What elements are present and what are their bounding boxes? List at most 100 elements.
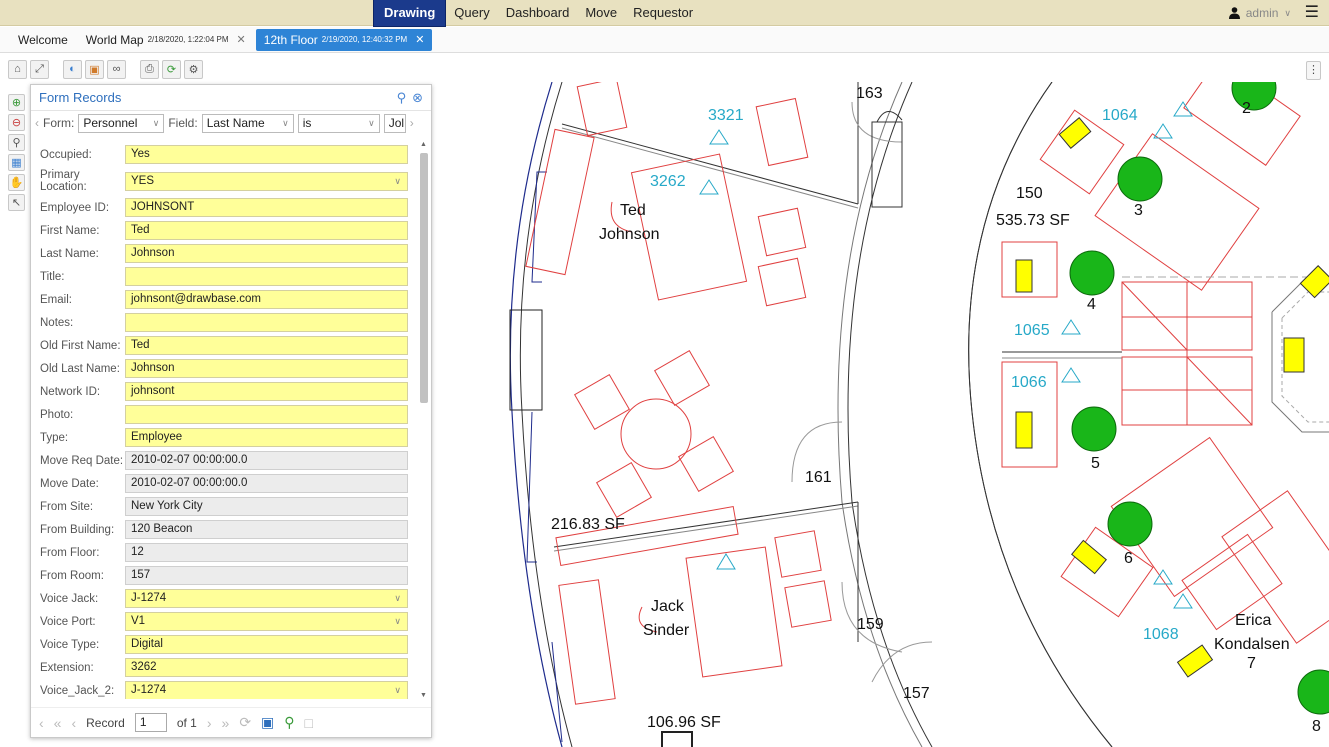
field-value[interactable]: Employee bbox=[125, 428, 408, 447]
panel-header: Form Records ⚲ ⊗ bbox=[31, 85, 431, 111]
scroll-down-icon[interactable]: ▼ bbox=[420, 692, 427, 699]
field-value[interactable] bbox=[125, 405, 408, 424]
layers-icon[interactable]: ◐ bbox=[63, 59, 82, 79]
close-icon[interactable]: ✕ bbox=[237, 33, 246, 46]
floor-plan-canvas[interactable]: 163 3321 3262 Ted Johnson 161 216.83 SF … bbox=[432, 82, 1329, 747]
main-menu: Drawing Query Dashboard Move Requestor bbox=[373, 0, 701, 27]
field-value[interactable]: johnsont@drawbase.com bbox=[125, 290, 408, 309]
form-field-row: Last Name: Johnson bbox=[31, 242, 419, 265]
image-icon[interactable]: ▣ bbox=[85, 59, 104, 79]
form-field-row: From Building: 120 Beacon bbox=[31, 518, 419, 541]
chevron-down-icon[interactable]: ∨ bbox=[394, 682, 401, 699]
close-circle-icon[interactable]: ⊗ bbox=[412, 90, 423, 106]
field-value[interactable]: Yes bbox=[125, 145, 408, 164]
field-value-text: johnsont bbox=[131, 385, 175, 397]
field-value[interactable]: J-1274 ∨ bbox=[125, 681, 408, 699]
menu-move[interactable]: Move bbox=[577, 0, 625, 26]
home-icon[interactable]: ⌂ bbox=[8, 59, 27, 79]
locate-pin-icon[interactable]: ⚲ bbox=[397, 90, 407, 106]
tab-12th-floor[interactable]: 12th Floor 2/19/2020, 12:40:32 PM ✕ bbox=[255, 28, 433, 51]
print-icon[interactable]: ⎙ bbox=[140, 59, 159, 79]
hamburger-icon[interactable]: ☰ bbox=[1305, 5, 1319, 21]
field-value[interactable]: Ted bbox=[125, 221, 408, 240]
first-record-icon[interactable]: ‹ bbox=[39, 715, 44, 731]
form-field-row: Notes: bbox=[31, 311, 419, 334]
field-value[interactable] bbox=[125, 267, 408, 286]
pan-hand-icon[interactable]: ✋ bbox=[8, 174, 25, 191]
field-value[interactable]: JOHNSONT bbox=[125, 198, 408, 217]
refresh-icon[interactable]: ⟳ bbox=[239, 714, 251, 731]
field-value[interactable]: YES ∨ bbox=[125, 171, 408, 191]
scroll-up-icon[interactable]: ▲ bbox=[420, 141, 427, 148]
zoom-extents-icon[interactable]: ⤢ bbox=[30, 59, 49, 79]
field-label: Notes: bbox=[40, 316, 74, 329]
link-icon[interactable]: ∞ bbox=[107, 59, 126, 79]
form-field-row: Old Last Name: Johnson bbox=[31, 357, 419, 380]
menu-drawing[interactable]: Drawing bbox=[373, 0, 447, 27]
scrollbar-thumb[interactable] bbox=[420, 153, 428, 403]
floor-plan-drawing bbox=[509, 82, 1329, 747]
chevron-down-icon[interactable]: ∨ bbox=[394, 173, 401, 190]
field-value[interactable]: Ted bbox=[125, 336, 408, 355]
record-number-input[interactable]: 1 bbox=[134, 713, 167, 732]
field-value[interactable]: 3262 bbox=[125, 658, 408, 677]
room-id-label: 3321 bbox=[708, 107, 744, 124]
seat-number-label: 7 bbox=[1247, 655, 1256, 672]
zoom-previous-icon[interactable]: ▦ bbox=[8, 154, 25, 171]
form-field-row: Voice Type: Digital bbox=[31, 633, 419, 656]
tab-welcome[interactable]: Welcome bbox=[10, 29, 76, 51]
zoom-to-record-icon[interactable]: ⚲ bbox=[284, 714, 294, 731]
menu-dashboard[interactable]: Dashboard bbox=[498, 0, 578, 26]
close-icon[interactable]: ✕ bbox=[415, 33, 424, 46]
form-label: Form: bbox=[43, 116, 75, 130]
field-select[interactable]: Last Name ∨ bbox=[201, 113, 294, 133]
zoom-window-icon[interactable]: ⚲ bbox=[8, 134, 25, 151]
field-value[interactable]: johnsont bbox=[125, 382, 408, 401]
more-options-icon[interactable]: ⋮ bbox=[1306, 61, 1321, 80]
field-value[interactable] bbox=[125, 313, 408, 332]
field-value[interactable]: Digital bbox=[125, 635, 408, 654]
field-label: From Site: bbox=[40, 500, 94, 513]
search-value-input[interactable]: Jol bbox=[383, 113, 406, 133]
search-value: Jol bbox=[388, 116, 405, 130]
select-pointer-icon[interactable]: ↖ bbox=[8, 194, 25, 211]
tab-world-map[interactable]: World Map 2/18/2020, 1:22:04 PM ✕ bbox=[78, 29, 254, 51]
field-value-text: Johnson bbox=[131, 362, 175, 374]
seat-number-label: 8 bbox=[1312, 718, 1321, 735]
form-field-row: Voice Jack: J-1274 ∨ bbox=[31, 587, 419, 610]
first-page-icon[interactable]: « bbox=[54, 715, 62, 731]
last-page-icon[interactable]: » bbox=[222, 715, 230, 731]
field-label: Voice Jack: bbox=[40, 592, 99, 605]
tab-label: 12th Floor bbox=[263, 32, 318, 47]
operator-select[interactable]: is ∨ bbox=[297, 113, 380, 133]
next-record-icon[interactable]: › bbox=[207, 715, 212, 731]
field-value-text: 157 bbox=[131, 569, 151, 581]
menu-requestor[interactable]: Requestor bbox=[625, 0, 701, 26]
field-value[interactable]: J-1274 ∨ bbox=[125, 589, 408, 608]
zoom-in-icon[interactable]: ⊕ bbox=[8, 94, 25, 111]
refresh-icon[interactable]: ⟳ bbox=[162, 59, 181, 79]
field-value[interactable]: V1 ∨ bbox=[125, 612, 408, 631]
field-label: Old First Name: bbox=[40, 339, 121, 352]
chevron-down-icon[interactable]: ∨ bbox=[394, 590, 401, 607]
settings-icon[interactable]: ⚙ bbox=[184, 59, 203, 79]
previous-record-icon[interactable]: ‹ bbox=[71, 715, 76, 731]
zoom-out-icon[interactable]: ⊖ bbox=[8, 114, 25, 131]
field-label: Primary Location: bbox=[40, 169, 87, 193]
chevron-down-icon[interactable]: ∨ bbox=[394, 613, 401, 630]
panel-scrollbar[interactable]: ▲ ▼ bbox=[420, 141, 428, 699]
field-value[interactable]: Johnson bbox=[125, 244, 408, 263]
form-select[interactable]: Personnel ∨ bbox=[78, 113, 165, 133]
field-value-text: V1 bbox=[131, 615, 146, 627]
menu-query[interactable]: Query bbox=[446, 0, 497, 26]
field-value[interactable]: Johnson bbox=[125, 359, 408, 378]
save-icon[interactable]: ▣ bbox=[261, 714, 274, 731]
select-box-icon[interactable]: □ bbox=[305, 715, 313, 731]
field-value: 12 bbox=[125, 543, 408, 562]
field-label: Occupied: bbox=[40, 148, 92, 161]
user-menu[interactable]: admin ∨ bbox=[1228, 0, 1291, 26]
chevron-left-icon[interactable]: ‹ bbox=[35, 116, 39, 130]
form-select-value: Personnel bbox=[83, 116, 138, 130]
chevron-right-icon[interactable]: › bbox=[410, 116, 414, 130]
form-field-row: Title: bbox=[31, 265, 419, 288]
